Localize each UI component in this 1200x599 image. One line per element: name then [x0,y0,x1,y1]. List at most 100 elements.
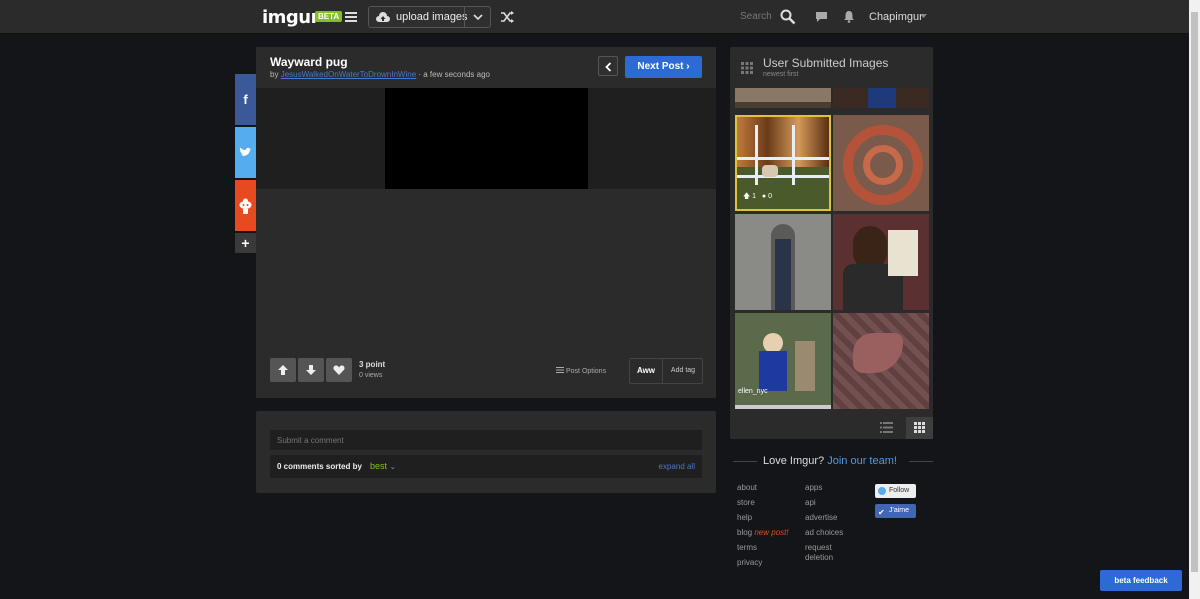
sort-value: best [370,461,388,471]
page-scrollbar[interactable] [1189,0,1200,599]
share-more-button[interactable]: + [235,233,256,253]
thumbnail-selected[interactable]: 🡅 1 ● 0 [735,115,831,211]
post-media-area [256,88,716,189]
comment-input[interactable] [270,430,702,450]
chevron-left-icon [605,62,612,72]
footer-link-store[interactable]: store [737,498,755,507]
sort-dropdown[interactable]: best ⌄ [370,461,396,471]
share-facebook-button[interactable]: f [235,74,256,125]
footer-link-blog[interactable]: blog [737,528,752,537]
footer-link-terms[interactable]: terms [737,543,757,552]
join-team-link[interactable]: Join our team! [827,455,897,467]
post-options-label: Post Options [566,368,607,375]
thumbnail[interactable]: ellen_nyc [735,313,831,409]
follow-label: Follow [889,487,910,494]
upvote-count: 1 [752,193,757,200]
thumbnail-stats: 🡅 1 ● 0 [743,192,772,203]
gallery-view-toggle [730,417,933,439]
post-views: 0 views [359,372,383,379]
downvote-button[interactable] [298,358,324,382]
footer-link-apps[interactable]: apps [805,483,822,492]
comment-sort-bar: 0 comments sorted by best ⌄ expand all [270,455,702,478]
post-options-button[interactable]: Post Options [556,367,606,375]
footer-link-deletion[interactable]: deletion [805,553,833,562]
menu-icon[interactable] [345,12,357,22]
tag-aww[interactable]: Aww [630,359,663,383]
caret-down-icon[interactable] [920,14,927,19]
grid-view-icon [914,422,925,433]
list-view-icon[interactable] [880,422,893,433]
facebook-icon: f [243,92,248,107]
love-imgur-text: Love Imgur? [763,455,825,467]
chevron-down-icon[interactable] [471,10,485,24]
arrow-up-icon: 🡅 [743,193,751,200]
plus-icon: + [241,235,250,251]
thumbnail[interactable] [735,214,831,310]
search-label[interactable]: Search [740,11,772,22]
next-post-label: Next Post [637,61,684,72]
thumbs-up-icon: ✔ [878,508,885,517]
post-author-link[interactable]: JesusWalkedOnWaterToDrownInWine [281,70,416,79]
thumbnail-grid: 🡅 1 ● 0 ellen_nyc [733,88,929,415]
thumbnail[interactable] [735,88,831,108]
previous-post-button[interactable] [598,56,618,76]
chevron-right-icon: › [686,61,690,72]
shuffle-icon[interactable] [500,10,515,24]
gallery-subtitle: newest first [763,71,799,78]
username-menu[interactable]: Chapimgur [869,11,923,23]
add-tag-button[interactable]: Add tag [663,359,703,383]
comments-panel: 0 comments sorted by best ⌄ expand all [256,411,716,493]
beta-feedback-button[interactable]: beta feedback [1100,570,1182,591]
notifications-bell-icon[interactable] [843,10,855,23]
footer-link-advertise[interactable]: advertise [805,513,837,522]
list-icon [556,367,564,373]
footer-link-about[interactable]: about [737,483,757,492]
twitter-follow-button[interactable]: Follow [875,484,916,498]
twitter-icon [239,147,252,156]
favorite-button[interactable] [326,358,352,382]
arrow-up-icon [278,365,288,375]
top-nav-bar: imgur BETA upload images Search Chapimgu… [0,0,1200,34]
tag-group: Aww Add tag [629,358,703,384]
search-icon[interactable] [780,9,796,25]
upvote-button[interactable] [270,358,296,382]
grid-icon [741,62,753,74]
footer-link-privacy[interactable]: privacy [737,558,762,567]
post-panel: Wayward pug by JesusWalkedOnWaterToDrown… [256,47,716,398]
scrollbar-thumb[interactable] [1191,12,1198,572]
user-submitted-gallery: User Submitted Images newest first 🡅 1 ●… [730,47,933,439]
share-reddit-button[interactable] [235,180,256,231]
footer-link-blog-row: blog new post! [737,528,789,537]
post-byline: by JesusWalkedOnWaterToDrownInWine · a f… [270,70,490,79]
like-label: J'aime [889,507,910,514]
footer-link-help[interactable]: help [737,513,752,522]
new-post-badge: new post! [754,528,789,537]
cloud-upload-icon [376,12,390,22]
thumbnail[interactable] [833,313,929,409]
thumbnail-caption: ellen_nyc [738,388,768,395]
upload-images-label: upload images [396,11,468,23]
post-image[interactable] [385,88,588,189]
facebook-like-button[interactable]: ✔ J'aime [875,504,916,518]
footer-link-ad-choices[interactable]: ad choices [805,528,843,537]
upload-images-button[interactable]: upload images [368,6,491,28]
byline-prefix: by [270,70,279,79]
thumbnail[interactable] [833,214,929,310]
chevron-down-icon: ⌄ [389,462,397,471]
next-post-button[interactable]: Next Post › [625,56,702,78]
heart-icon [333,365,345,375]
imgur-logo[interactable]: imgur [262,7,320,28]
comment-count: 0 comments sorted by [277,462,362,471]
footer-link-request[interactable]: request [805,543,832,552]
messages-icon[interactable] [815,11,828,23]
thumbnail[interactable] [833,115,929,211]
expand-all-link[interactable]: expand all [659,462,695,471]
comment-count: 0 [768,193,772,200]
share-twitter-button[interactable] [235,127,256,178]
footer-link-api[interactable]: api [805,498,816,507]
reddit-icon [239,198,252,214]
beta-badge: BETA [315,11,343,22]
thumbnail[interactable] [833,88,929,108]
love-imgur-line: Love Imgur? Join our team! [763,455,897,467]
grid-view-button[interactable] [906,417,933,439]
